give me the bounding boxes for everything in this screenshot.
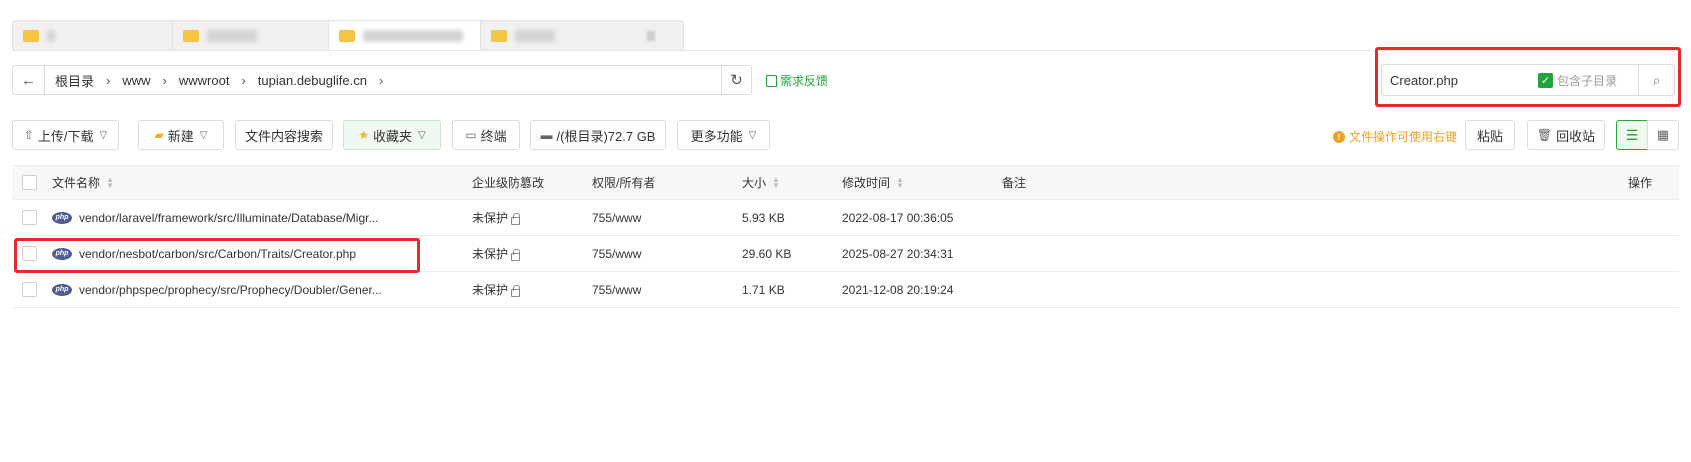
paste-button[interactable]: 粘贴: [1465, 120, 1515, 150]
protect-status: 未保护: [472, 211, 509, 225]
file-size: 1.71 KB: [742, 282, 785, 297]
permission[interactable]: 755/www: [592, 283, 641, 297]
unlock-icon[interactable]: [511, 212, 521, 225]
file-size: 5.93 KB: [742, 210, 785, 225]
check-icon: ✓: [1538, 72, 1553, 88]
recycle-bin-button[interactable]: 🗑 回收站: [1527, 120, 1605, 150]
sort-icon: ▲ ▼: [896, 174, 904, 190]
new-folder-icon: ▰: [154, 128, 164, 142]
list-icon: ☰: [1625, 126, 1639, 143]
permission[interactable]: 755/www: [592, 211, 641, 225]
php-file-icon: php: [52, 283, 72, 296]
folder-icon: [339, 30, 355, 42]
breadcrumb-item-root[interactable]: 根目录: [55, 71, 94, 90]
folder-icon: [491, 29, 507, 42]
include-subdir-label: 包含子目录: [1557, 73, 1618, 88]
feedback-label: 需求反馈: [780, 74, 829, 88]
chevron-down-icon: ▽: [199, 129, 208, 141]
search-input[interactable]: [1382, 66, 1532, 94]
upload-download-button[interactable]: ⇧ 上传/下载 ▽: [12, 120, 119, 150]
row-highlight-box: [14, 238, 420, 273]
tab-4[interactable]: [481, 21, 663, 50]
search-icon: ⌕: [1652, 71, 1661, 88]
folder-icon: [23, 29, 39, 42]
row-checkbox[interactable]: [22, 210, 37, 225]
select-all-checkbox[interactable]: [22, 175, 37, 190]
feedback-icon: [766, 74, 777, 87]
favorites-button[interactable]: ★ 收藏夹 ▽: [343, 120, 441, 150]
new-button[interactable]: ▰ 新建 ▽: [138, 120, 224, 150]
header-mtime[interactable]: 修改时间 ▲ ▼: [842, 166, 904, 199]
disk-icon: ▬: [540, 128, 553, 142]
star-icon: ★: [358, 128, 370, 142]
tab-bar: [12, 20, 684, 51]
php-file-icon: php: [52, 211, 72, 224]
tab-3[interactable]: [329, 21, 481, 51]
protect-status: 未保护: [472, 247, 509, 261]
search-button[interactable]: ⌕: [1638, 65, 1674, 95]
refresh-button[interactable]: ↻: [721, 66, 751, 94]
chevron-right-icon: ›: [241, 72, 246, 88]
tab-2[interactable]: [173, 21, 329, 50]
modified-time: 2025-08-27 20:34:31: [842, 246, 954, 261]
row-checkbox[interactable]: [22, 282, 37, 297]
header-note: 备注: [1002, 176, 1027, 190]
table-header: 文件名称 ▲ ▼ 企业级防篡改 权限/所有者 大小 ▲ ▼ 修改时间 ▲ ▼ 备注 操…: [12, 165, 1679, 200]
file-name[interactable]: vendor/laravel/framework/src/Illuminate/…: [79, 211, 378, 225]
content-search-button[interactable]: 文件内容搜索: [235, 120, 333, 150]
header-perm: 权限/所有者: [592, 176, 656, 190]
context-menu-tip: ! 文件操作可使用右键: [1333, 128, 1457, 145]
terminal-icon: ▭: [465, 128, 477, 142]
close-icon[interactable]: [647, 30, 655, 41]
chevron-down-icon: ▽: [418, 129, 426, 141]
list-view-button[interactable]: ☰: [1616, 120, 1648, 150]
breadcrumb-item-site[interactable]: tupian.debuglife.cn: [258, 73, 367, 88]
refresh-icon: ↻: [730, 72, 743, 89]
tab-1[interactable]: [13, 21, 173, 50]
protect-status: 未保护: [472, 283, 509, 297]
search-box: ✓ 包含子目录 ⌕: [1381, 64, 1675, 96]
path-bar: ← 根目录 › www › wwwroot › tupian.debuglife…: [12, 65, 752, 95]
header-protect: 企业级防篡改: [472, 176, 545, 190]
chevron-right-icon: ›: [378, 72, 384, 88]
more-functions-button[interactable]: 更多功能 ▽: [677, 120, 770, 150]
header-size[interactable]: 大小 ▲ ▼: [742, 166, 780, 199]
chevron-right-icon: ›: [106, 72, 111, 88]
arrow-left-icon: ←: [21, 71, 36, 89]
breadcrumb-item-wwwroot[interactable]: wwwroot: [179, 73, 230, 88]
sort-icon: ▲ ▼: [772, 174, 780, 190]
file-size: 29.60 KB: [742, 246, 792, 261]
disk-button[interactable]: ▬ /(根目录)72.7 GB: [530, 120, 666, 150]
chevron-right-icon: ›: [162, 72, 167, 88]
trash-icon: 🗑: [1536, 128, 1553, 142]
table-row[interactable]: php vendor/laravel/framework/src/Illumin…: [12, 200, 1679, 236]
terminal-button[interactable]: ▭ 终端: [452, 120, 520, 150]
folder-icon: [183, 29, 199, 42]
sort-icon: ▲ ▼: [106, 174, 114, 190]
include-subdir-checkbox[interactable]: ✓ 包含子目录: [1538, 72, 1617, 89]
grid-icon: ▦: [1656, 127, 1670, 142]
breadcrumb-item-www[interactable]: www: [122, 73, 150, 88]
modified-time: 2021-12-08 20:19:24: [842, 282, 954, 297]
breadcrumb: 根目录 › www › wwwroot › tupian.debuglife.c…: [45, 66, 721, 94]
info-icon: !: [1333, 130, 1345, 143]
chevron-down-icon: ▽: [99, 129, 108, 141]
table-row[interactable]: php vendor/phpspec/prophecy/src/Prophecy…: [12, 272, 1679, 308]
header-name[interactable]: 文件名称 ▲ ▼: [52, 166, 114, 199]
unlock-icon[interactable]: [511, 284, 521, 297]
back-button[interactable]: ←: [13, 66, 45, 94]
file-name[interactable]: vendor/phpspec/prophecy/src/Prophecy/Dou…: [79, 283, 382, 297]
upload-icon: ⇧: [23, 128, 34, 142]
chevron-down-icon: ▽: [748, 129, 757, 141]
unlock-icon[interactable]: [511, 248, 521, 261]
grid-view-button[interactable]: ▦: [1647, 120, 1679, 150]
header-ops: 操作: [1628, 176, 1653, 190]
modified-time: 2022-08-17 00:36:05: [842, 210, 954, 225]
feedback-link[interactable]: 需求反馈: [766, 72, 828, 89]
permission[interactable]: 755/www: [592, 247, 641, 261]
